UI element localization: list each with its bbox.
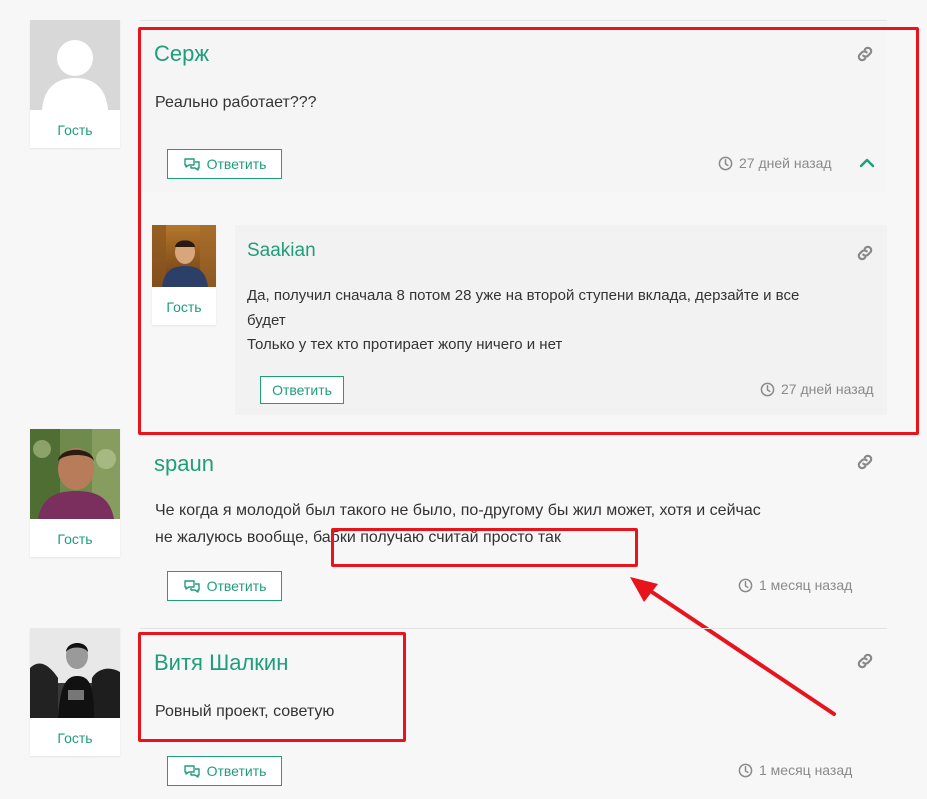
avatar[interactable] <box>30 628 120 718</box>
comments-icon <box>183 580 200 593</box>
avatar[interactable] <box>30 429 120 519</box>
user-photo <box>30 429 120 519</box>
comment-text-part: не жалуюсь вообще, <box>155 529 313 546</box>
comments-icon <box>183 765 200 778</box>
user-photo <box>30 628 120 718</box>
avatar[interactable] <box>30 20 120 110</box>
annotation-highlight-box <box>331 528 638 567</box>
reply-button[interactable]: Ответить <box>167 571 282 601</box>
annotation-highlight-box <box>138 632 406 742</box>
avatar-card: Гость <box>30 20 120 148</box>
clock-icon <box>738 763 753 777</box>
comment-text-line: Че когда я молодой был такого не было, п… <box>155 502 761 519</box>
time-label: 1 месяц назад <box>759 762 853 778</box>
reply-label: Ответить <box>206 763 267 779</box>
avatar-card: Гость <box>30 429 120 557</box>
link-icon[interactable] <box>855 651 875 671</box>
reply-button[interactable]: Ответить <box>167 756 282 786</box>
user-role: Гость <box>30 519 120 557</box>
comment-time: 1 месяц назад <box>738 762 852 778</box>
link-icon[interactable] <box>855 452 875 472</box>
user-role: Гость <box>30 718 120 756</box>
user-role: Гость <box>30 110 120 148</box>
comment-divider <box>140 628 887 629</box>
annotation-arrow <box>630 577 836 716</box>
annotation-highlight-box <box>138 27 919 435</box>
top-divider <box>140 20 887 21</box>
comment-author[interactable]: spaun <box>154 451 214 477</box>
default-avatar-icon <box>30 20 120 110</box>
reply-label: Ответить <box>206 578 267 594</box>
avatar-card: Гость <box>30 628 120 756</box>
